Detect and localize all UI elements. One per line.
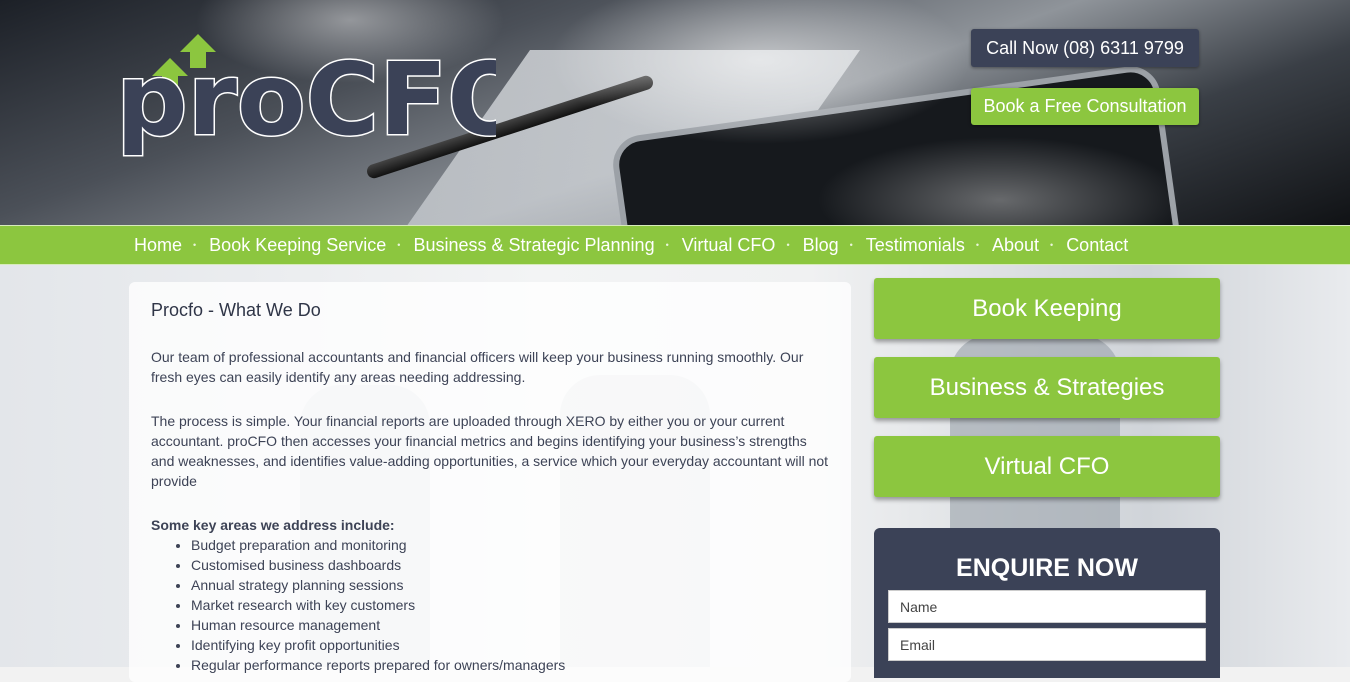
nav-item-testimonials[interactable]: Testimonials xyxy=(866,235,965,256)
procfo-logo[interactable]: proCFO xyxy=(116,34,496,160)
list-item: Regular performance reports prepared for… xyxy=(191,655,829,675)
book-consultation-button[interactable]: Book a Free Consultation xyxy=(971,88,1199,125)
nav-separator: • xyxy=(193,240,197,250)
name-field[interactable] xyxy=(888,590,1206,623)
nav-item-contact[interactable]: Contact xyxy=(1066,235,1128,256)
key-areas-heading: Some key areas we address include: xyxy=(151,517,395,533)
book-keeping-button[interactable]: Book Keeping xyxy=(874,278,1220,339)
enquire-title: ENQUIRE NOW xyxy=(956,554,1138,582)
business-strategies-button[interactable]: Business & Strategies xyxy=(874,357,1220,418)
nav-separator: • xyxy=(665,240,669,250)
nav-separator: • xyxy=(397,240,401,250)
nav-item-about[interactable]: About xyxy=(992,235,1039,256)
logo-wordmark: proCFO xyxy=(116,41,496,158)
nav-item-home[interactable]: Home xyxy=(134,235,182,256)
list-item: Customised business dashboards xyxy=(191,555,829,575)
nav-separator: • xyxy=(786,240,790,250)
main-nav: Home • Book Keeping Service • Business &… xyxy=(0,225,1350,265)
nav-item-book-keeping-service[interactable]: Book Keeping Service xyxy=(209,235,386,256)
list-item: Budget preparation and monitoring xyxy=(191,535,829,555)
nav-item-blog[interactable]: Blog xyxy=(803,235,839,256)
nav-item-business-strategic-planning[interactable]: Business & Strategic Planning xyxy=(413,235,654,256)
virtual-cfo-button[interactable]: Virtual CFO xyxy=(874,436,1220,497)
page-title: Procfo - What We Do xyxy=(151,300,321,320)
site-header: proCFO Call Now (08) 6311 9799 Book a Fr… xyxy=(0,0,1350,225)
what-we-do-panel: Procfo - What We Do Our team of professi… xyxy=(129,282,851,682)
nav-separator: • xyxy=(1050,240,1054,250)
list-item: Identifying key profit opportunities xyxy=(191,635,829,655)
email-field[interactable] xyxy=(888,628,1206,661)
enquire-now-form: ENQUIRE NOW xyxy=(874,528,1220,678)
intro-paragraph: Our team of professional accountants and… xyxy=(151,349,804,385)
process-paragraph: The process is simple. Your financial re… xyxy=(151,413,829,489)
list-item: Annual strategy planning sessions xyxy=(191,575,829,595)
list-item: Market research with key customers xyxy=(191,595,829,615)
call-now-button[interactable]: Call Now (08) 6311 9799 xyxy=(971,29,1199,67)
nav-separator: • xyxy=(975,240,979,250)
list-item: Human resource management xyxy=(191,615,829,635)
nav-item-virtual-cfo[interactable]: Virtual CFO xyxy=(682,235,776,256)
nav-separator: • xyxy=(849,240,853,250)
key-areas-list: Budget preparation and monitoring Custom… xyxy=(151,535,829,675)
